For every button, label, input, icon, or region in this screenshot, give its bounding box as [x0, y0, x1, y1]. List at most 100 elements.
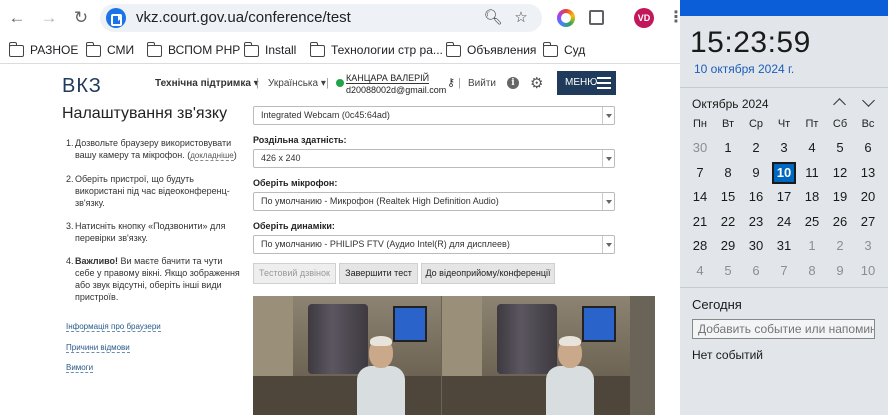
calendar-day[interactable]: 31 — [770, 234, 798, 259]
resolution-label: Роздільна здатність: — [253, 135, 347, 145]
calendar-day[interactable]: 15 — [714, 185, 742, 210]
calendar-day[interactable]: 20 — [854, 185, 882, 210]
calendar-week: 7 8 9 10 11 12 13 — [686, 161, 882, 186]
calendar-day[interactable]: 3 — [854, 234, 882, 259]
calendar-day[interactable]: 21 — [686, 210, 714, 235]
calendar-day[interactable]: 7 — [770, 259, 798, 284]
folder-icon — [146, 42, 162, 57]
date-link[interactable]: 10 октября 2024 г. — [694, 62, 794, 76]
month-title[interactable]: Октябрь 2024 — [692, 97, 769, 111]
next-month-icon[interactable] — [860, 95, 878, 111]
end-test-button[interactable]: Завершити тест — [339, 263, 418, 284]
address-bar[interactable]: vkz.court.gov.ua/conference/test 🔍︎ ☆ — [100, 4, 542, 32]
calendar-day[interactable]: 4 — [686, 259, 714, 284]
calendar-day[interactable]: 18 — [798, 185, 826, 210]
calendar-day[interactable]: 6 — [854, 136, 882, 161]
support-dropdown[interactable]: Технічна підтримка ▾ — [155, 78, 259, 89]
calendar-day[interactable]: 9 — [826, 259, 854, 284]
speaker-select[interactable]: По умолчанию - PHILIPS FTV (Аудио Intel(… — [253, 235, 615, 254]
settings-gear-icon[interactable]: ⚙ — [530, 74, 543, 92]
calendar-day[interactable]: 7 — [686, 161, 714, 186]
bookmark-folder[interactable]: Суд — [542, 41, 585, 59]
calendar-day[interactable]: 12 — [826, 161, 854, 186]
bookmark-folder[interactable]: Технологии стр ра... — [309, 41, 443, 59]
details-link[interactable]: докладніше — [190, 151, 234, 161]
calendar-day[interactable]: 13 — [854, 161, 882, 186]
to-reception-button[interactable]: До відеоприйому/конференції — [421, 263, 555, 284]
calendar-day[interactable]: 19 — [826, 185, 854, 210]
calendar-day[interactable]: 11 — [798, 161, 826, 186]
bookmark-star-icon[interactable]: ☆ — [511, 8, 531, 28]
user-name-link[interactable]: КАНЦАРА ВАЛЕРІЙ — [346, 73, 430, 84]
zoom-search-icon[interactable]: 🔍︎ — [483, 8, 503, 28]
menu-button[interactable]: МЕНЮ — [557, 71, 616, 95]
calendar-day[interactable]: 1 — [714, 136, 742, 161]
calendar-day[interactable]: 2 — [826, 234, 854, 259]
microphone-select[interactable]: По умолчанию - Микрофон (Realtek High De… — [253, 192, 615, 211]
calendar-day[interactable]: 2 — [742, 136, 770, 161]
extension-color-icon[interactable] — [557, 9, 575, 27]
add-event-input[interactable] — [692, 319, 875, 339]
calendar-day[interactable]: 22 — [714, 210, 742, 235]
camera-select[interactable]: Integrated Webcam (0c45:64ad) — [253, 106, 615, 125]
calendar-day[interactable]: 27 — [854, 210, 882, 235]
calendar-day[interactable]: 6 — [742, 259, 770, 284]
calendar-day[interactable]: 23 — [742, 210, 770, 235]
calendar-day[interactable]: 8 — [798, 259, 826, 284]
calendar-day[interactable]: 16 — [742, 185, 770, 210]
calendar-day[interactable]: 28 — [686, 234, 714, 259]
calendar-week: 30 1 2 3 4 5 6 — [686, 136, 882, 161]
test-call-button[interactable]: Тестовий дзвінок — [253, 263, 336, 284]
bookmark-folder[interactable]: ВСПОМ PHP — [146, 41, 240, 59]
calendar-day[interactable]: 26 — [826, 210, 854, 235]
calendar-day[interactable]: 5 — [714, 259, 742, 284]
calendar-day[interactable]: 8 — [714, 161, 742, 186]
calendar-day[interactable]: 4 — [798, 136, 826, 161]
previous-month-icon[interactable] — [831, 95, 849, 111]
calendar-day[interactable]: 30 — [742, 234, 770, 259]
back-icon[interactable]: ← — [6, 7, 28, 29]
requirements-link[interactable]: Вимоги — [66, 363, 94, 373]
bookmark-folder[interactable]: Install — [243, 41, 296, 59]
online-status-dot — [336, 79, 344, 87]
browser-info-link[interactable]: Інформація про браузери — [66, 322, 161, 332]
rejection-reasons-link[interactable]: Причини відмови — [66, 343, 130, 353]
language-dropdown[interactable]: Українська ▾ — [268, 78, 326, 89]
calendar-day-today[interactable]: 10 — [770, 161, 798, 186]
site-logo[interactable]: ВКЗ — [62, 75, 102, 98]
nav-separator: | — [326, 77, 329, 89]
forward-icon[interactable]: → — [38, 7, 60, 29]
microphone-label: Оберіть мікрофон: — [253, 178, 338, 188]
calendar-day[interactable]: 3 — [770, 136, 798, 161]
info-icon[interactable]: i — [507, 77, 519, 89]
url-text[interactable]: vkz.court.gov.ua/conference/test — [136, 8, 351, 28]
calendar-day[interactable]: 24 — [770, 210, 798, 235]
calendar-day[interactable]: 10 — [854, 259, 882, 284]
calendar-day[interactable]: 25 — [798, 210, 826, 235]
reload-icon[interactable]: ↻ — [70, 7, 92, 29]
calendar-day[interactable]: 1 — [798, 234, 826, 259]
video-preview-area — [253, 296, 655, 415]
bookmarks-bar: РАЗНОЕ СМИ ВСПОМ PHP Install Технологии … — [0, 36, 680, 64]
key-icon[interactable]: ⚷ — [447, 76, 455, 89]
bookmark-folder[interactable]: РАЗНОЕ — [8, 41, 78, 59]
calendar-day[interactable]: 5 — [826, 136, 854, 161]
profile-avatar[interactable]: VD — [634, 8, 654, 28]
bookmark-folder[interactable]: Объявления — [445, 41, 536, 59]
weekday-label: Пн — [693, 118, 707, 130]
browser-toolbar: ← → ↻ vkz.court.gov.ua/conference/test 🔍… — [0, 0, 680, 36]
calendar-day[interactable]: 9 — [742, 161, 770, 186]
calendar-day[interactable]: 14 — [686, 185, 714, 210]
folder-icon — [85, 42, 101, 57]
weekday-label: Сб — [832, 118, 848, 130]
extensions-puzzle-icon[interactable] — [589, 10, 604, 25]
site-video-icon[interactable] — [106, 8, 126, 28]
bookmark-folder[interactable]: СМИ — [85, 41, 134, 59]
logout-link[interactable]: Вийти — [468, 78, 496, 89]
browser-menu-icon[interactable]: ⋮ — [668, 6, 680, 30]
calendar-day[interactable]: 30 — [686, 136, 714, 161]
folder-icon — [542, 42, 558, 57]
calendar-day[interactable]: 29 — [714, 234, 742, 259]
resolution-select[interactable]: 426 x 240 — [253, 149, 615, 168]
calendar-day[interactable]: 17 — [770, 185, 798, 210]
